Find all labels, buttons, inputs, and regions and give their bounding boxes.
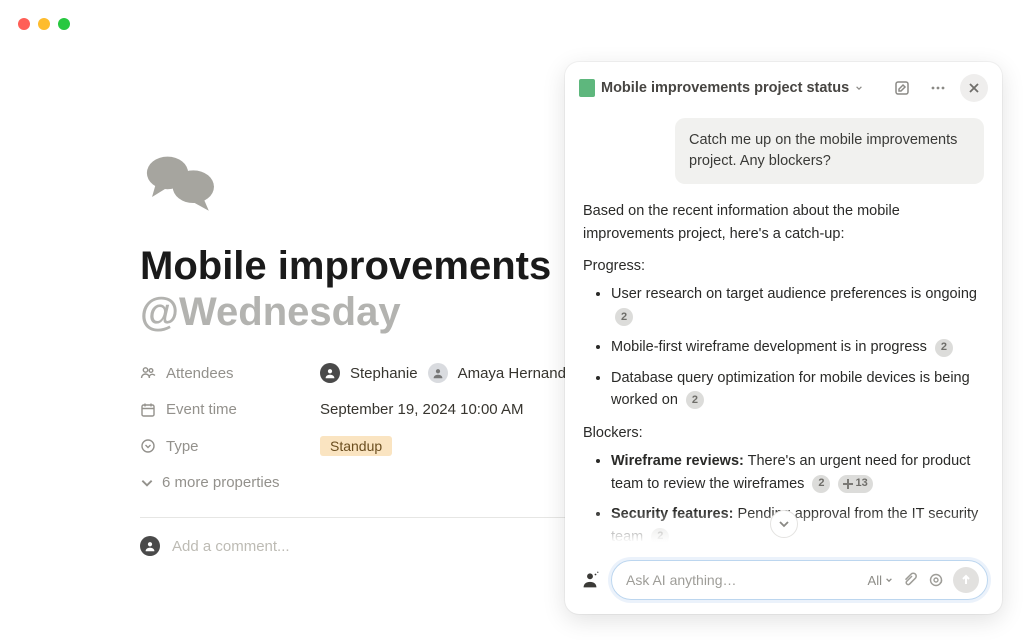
attendee-name: Amaya Hernand: [458, 365, 566, 382]
title-date-mention[interactable]: @Wednesday: [140, 290, 401, 334]
source-badge[interactable]: 2: [812, 475, 830, 493]
source-badge[interactable]: 2: [686, 391, 704, 409]
select-icon: [140, 438, 156, 454]
mention-icon[interactable]: [927, 571, 945, 589]
list-item: Mobile-first wireframe development is in…: [611, 336, 984, 358]
ai-intro-text: Based on the recent information about th…: [583, 200, 984, 245]
people-icon: [140, 365, 156, 381]
avatar: [320, 363, 340, 383]
close-icon[interactable]: [960, 74, 988, 102]
chevron-down-icon: [140, 476, 154, 490]
chevron-down-icon: [855, 84, 863, 92]
ai-input-box[interactable]: All: [611, 560, 988, 600]
property-label: Attendees: [140, 365, 320, 382]
minimize-window-dot[interactable]: [38, 18, 50, 30]
document-icon: [579, 79, 595, 97]
chevron-down-icon: [885, 576, 893, 584]
attach-icon[interactable]: [901, 571, 919, 589]
ai-panel-body: Catch me up on the mobile improvements p…: [565, 114, 1002, 550]
scope-selector[interactable]: All: [868, 573, 893, 588]
property-label: Type: [140, 438, 320, 455]
window-controls: [18, 18, 70, 30]
list-item: Wireframe reviews: There's an urgent nee…: [611, 450, 984, 495]
user-message-bubble: Catch me up on the mobile improvements p…: [675, 118, 984, 184]
progress-list: User research on target audience prefere…: [583, 283, 984, 411]
more-icon[interactable]: [924, 74, 952, 102]
ai-panel-header: Mobile improvements project status: [565, 62, 1002, 114]
blockers-heading: Blockers:: [583, 422, 984, 444]
ai-input-row: All: [565, 550, 1002, 614]
list-item: Security features: Pending approval from…: [611, 503, 984, 548]
edit-icon[interactable]: [888, 74, 916, 102]
attendee-name: Stephanie: [350, 365, 418, 382]
ai-response: Based on the recent information about th…: [583, 200, 984, 550]
type-tag: Standup: [320, 436, 392, 456]
close-window-dot[interactable]: [18, 18, 30, 30]
comment-placeholder: Add a comment...: [172, 538, 290, 555]
send-button[interactable]: [953, 567, 979, 593]
type-value[interactable]: Standup: [320, 436, 392, 456]
slack-source-badge[interactable]: 13: [838, 475, 872, 493]
scroll-down-button[interactable]: [770, 510, 798, 538]
source-badge[interactable]: 2: [615, 308, 633, 326]
avatar: [140, 536, 160, 556]
title-main: Mobile improvements: [140, 244, 551, 288]
calendar-icon: [140, 402, 156, 418]
progress-heading: Progress:: [583, 255, 984, 277]
source-badge[interactable]: 2: [935, 339, 953, 357]
attendees-value[interactable]: Stephanie Amaya Hernand: [320, 363, 566, 383]
ai-text-input[interactable]: [626, 572, 860, 588]
source-badge[interactable]: 2: [651, 528, 669, 546]
ai-panel: Mobile improvements project status Catch…: [565, 62, 1002, 614]
property-label: Event time: [140, 401, 320, 418]
context-source-selector[interactable]: Mobile improvements project status: [579, 79, 863, 97]
avatar: [428, 363, 448, 383]
ai-avatar-icon: [579, 569, 601, 591]
event-time-value[interactable]: September 19, 2024 10:00 AM: [320, 401, 523, 418]
list-item: User research on target audience prefere…: [611, 283, 984, 328]
maximize-window-dot[interactable]: [58, 18, 70, 30]
list-item: Database query optimization for mobile d…: [611, 367, 984, 412]
